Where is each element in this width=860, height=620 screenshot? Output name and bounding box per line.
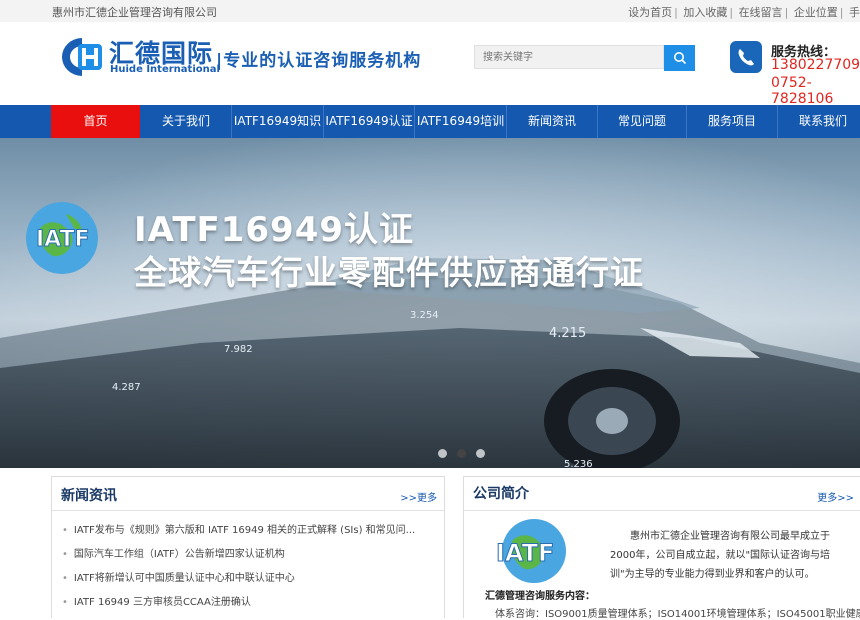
slide-dot-1[interactable] bbox=[438, 449, 447, 458]
top-company-name: 惠州市汇德企业管理咨询有限公司 bbox=[52, 6, 217, 19]
main-nav: 首页 关于我们 IATF16949知识 IATF16949认证 IATF1694… bbox=[0, 105, 860, 138]
add-favorite-link[interactable]: 加入收藏 bbox=[683, 6, 727, 19]
banner-subtitle: 全球汽车行业零配件供应商通行证 bbox=[134, 253, 644, 292]
bullet-icon: • bbox=[62, 549, 68, 560]
about-iatf-image: IATF bbox=[496, 519, 566, 583]
bullet-icon: • bbox=[62, 597, 68, 608]
phone-icon bbox=[730, 41, 762, 73]
news-panel: 新闻资讯 >>更多 • IATF发布与《规则》第六版和 IATF 16949 相关… bbox=[51, 476, 445, 618]
slide-dot-2[interactable] bbox=[457, 449, 466, 458]
services-line: 体系咨询：ISO9001质量管理体系；ISO14001环境管理体系；ISO450… bbox=[495, 609, 860, 620]
banner-title: IATF16949认证 bbox=[134, 210, 415, 250]
banner-number: 7.982 bbox=[224, 344, 253, 355]
news-item-text[interactable]: IATF 16949 三方审核员CCAA注册确认 bbox=[74, 597, 251, 608]
top-bar: 惠州市汇德企业管理咨询有限公司 设为首页 | 加入收藏 | 在线留言 | 企业位置 | … bbox=[0, 0, 860, 23]
search-icon bbox=[673, 52, 686, 65]
banner-badge-text: IATF bbox=[36, 227, 90, 252]
top-links: 设为首页 | 加入收藏 | 在线留言 | 企业位置 | 手 bbox=[628, 6, 860, 19]
about-intro: 惠州市汇德企业管理咨询有限公司最早成立于2000年，公司自成立起，就以"国际认证… bbox=[610, 531, 831, 580]
about-badge-text: IATF bbox=[496, 539, 554, 567]
hero-banner[interactable]: IATF IATF16949认证 全球汽车行业零配件供应商通行证 3.254 4… bbox=[0, 138, 860, 468]
nav-iatf-certification[interactable]: IATF16949认证 bbox=[324, 105, 414, 138]
logo-mark-icon[interactable] bbox=[60, 36, 104, 78]
news-item-text[interactable]: IATF发布与《规则》第六版和 IATF 16949 相关的正式解释 (SIs)… bbox=[74, 525, 415, 536]
nav-faq[interactable]: 常见问题 bbox=[598, 105, 686, 138]
news-more-link[interactable]: >>更多 bbox=[400, 489, 437, 504]
news-item-text[interactable]: 国际汽车工作组（IATF）公告新增四家认证机构 bbox=[74, 549, 285, 560]
company-location-link[interactable]: 企业位置 bbox=[794, 6, 838, 19]
nav-contact[interactable]: 联系我们 bbox=[778, 105, 860, 138]
nav-iatf-training[interactable]: IATF16949培训 bbox=[415, 105, 506, 138]
about-more-link[interactable]: 更多>> bbox=[817, 489, 854, 504]
slide-dot-3[interactable] bbox=[476, 449, 485, 458]
services-title: 汇德管理咨询服务内容： bbox=[485, 591, 595, 602]
search-button[interactable] bbox=[664, 45, 695, 71]
slogan: |专业的认证咨询服务机构 bbox=[216, 51, 422, 71]
news-header: 新闻资讯 >>更多 bbox=[52, 477, 444, 511]
mobile-link[interactable]: 手 bbox=[849, 6, 860, 19]
online-message-link[interactable]: 在线留言 bbox=[739, 6, 783, 19]
nav-home[interactable]: 首页 bbox=[51, 105, 140, 138]
iatf-badge-icon: IATF bbox=[26, 202, 98, 274]
set-homepage-link[interactable]: 设为首页 bbox=[628, 6, 672, 19]
about-title: 公司简介 bbox=[473, 486, 529, 502]
nav-about[interactable]: 关于我们 bbox=[141, 105, 231, 138]
banner-number: 4.215 bbox=[549, 326, 587, 341]
news-item-text[interactable]: IATF将新增认可中国质量认证中心和中联认证中心 bbox=[74, 573, 295, 584]
hotline-mobile: 13802277090 bbox=[771, 57, 860, 73]
news-item[interactable]: • 国际汽车工作组（IATF）公告新增四家认证机构 bbox=[62, 545, 285, 560]
header: 汇德国际 Huide International |专业的认证咨询服务机构 服务… bbox=[0, 22, 860, 107]
news-item[interactable]: • IATF将新增认可中国质量认证中心和中联认证中心 bbox=[62, 569, 295, 584]
logo-english-text: Huide International bbox=[110, 64, 220, 75]
about-panel: 公司简介 更多>> IATF 惠州市汇德企业管理咨询有限公司最早成立于2000年… bbox=[463, 476, 860, 620]
banner-number: 3.254 bbox=[410, 310, 439, 321]
bullet-icon: • bbox=[62, 525, 68, 536]
bullet-icon: • bbox=[62, 573, 68, 584]
news-title: 新闻资讯 bbox=[61, 488, 117, 504]
banner-number: 4.287 bbox=[112, 382, 141, 393]
nav-iatf-knowledge[interactable]: IATF16949知识 bbox=[232, 105, 323, 138]
banner-number: 5.236 bbox=[564, 459, 593, 468]
nav-services[interactable]: 服务项目 bbox=[687, 105, 777, 138]
nav-news[interactable]: 新闻资讯 bbox=[507, 105, 597, 138]
banner-car-image bbox=[0, 138, 860, 468]
hotline-landline: 0752-7828106 bbox=[771, 75, 834, 107]
news-item[interactable]: • IATF发布与《规则》第六版和 IATF 16949 相关的正式解释 (SIs… bbox=[62, 521, 415, 536]
news-item[interactable]: • IATF 16949 三方审核员CCAA注册确认 bbox=[62, 593, 251, 608]
about-header: 公司简介 更多>> bbox=[464, 477, 860, 511]
search-input[interactable] bbox=[474, 45, 664, 69]
